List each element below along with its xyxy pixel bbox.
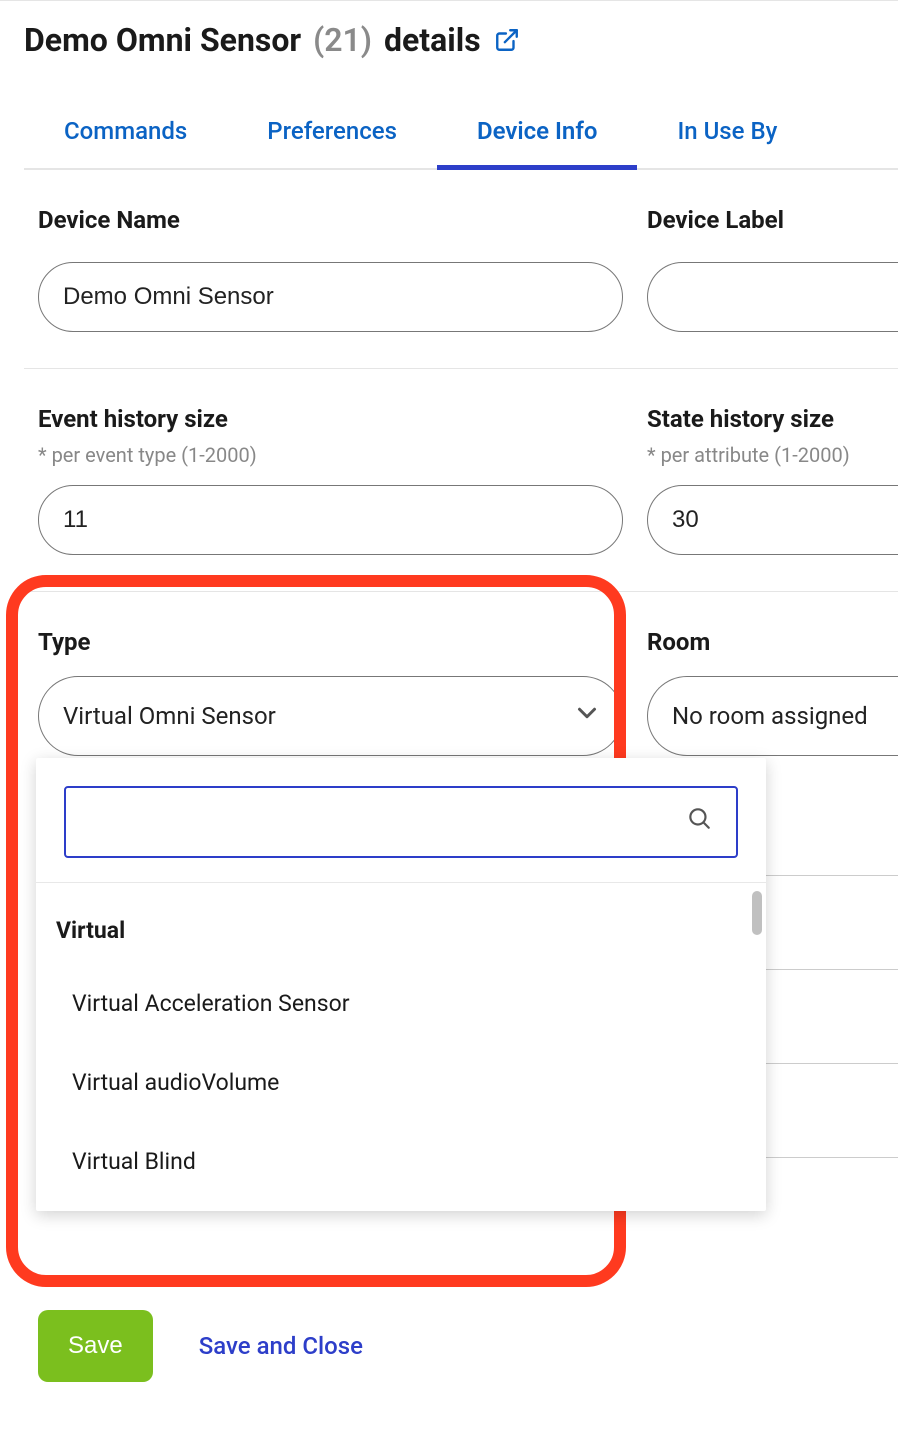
device-title: Demo Omni Sensor <box>24 21 301 59</box>
type-selected-value: Virtual Omni Sensor <box>63 702 276 730</box>
event-history-sublabel: * per event type (1-2000) <box>38 443 623 467</box>
chevron-down-icon <box>572 698 602 734</box>
dropdown-item[interactable]: Virtual audioVolume <box>36 1043 766 1122</box>
event-history-input[interactable] <box>38 485 623 555</box>
type-dropdown-panel: Virtual Virtual Acceleration Sensor Virt… <box>36 758 766 1211</box>
type-select[interactable]: Virtual Omni Sensor <box>38 676 623 756</box>
event-history-label: Event history size <box>38 405 623 433</box>
state-history-sublabel: * per attribute (1-2000) <box>647 443 898 467</box>
save-button[interactable]: Save <box>38 1310 153 1382</box>
state-history-label: State history size <box>647 405 898 433</box>
dropdown-group-header: Virtual <box>36 893 766 964</box>
device-name-input[interactable] <box>38 262 623 332</box>
search-icon <box>686 805 712 835</box>
footer: Save Save and Close <box>24 1310 898 1382</box>
device-label-label: Device Label <box>647 206 898 234</box>
open-external-icon[interactable] <box>493 26 521 54</box>
device-count: (21) <box>313 21 372 59</box>
page-title-row: Demo Omni Sensor (21) details <box>24 21 898 59</box>
tab-device-info[interactable]: Device Info <box>437 99 637 170</box>
tabs: Commands Preferences Device Info In Use … <box>24 99 898 170</box>
tab-in-use-by[interactable]: In Use By <box>637 99 817 170</box>
type-search-input[interactable] <box>64 786 738 858</box>
title-suffix: details <box>384 21 481 59</box>
type-dropdown-list[interactable]: Virtual Virtual Acceleration Sensor Virt… <box>36 883 766 1211</box>
device-label-input[interactable] <box>647 262 898 332</box>
room-selected-value: No room assigned <box>672 702 868 730</box>
dropdown-item[interactable]: Virtual Acceleration Sensor <box>36 964 766 1043</box>
type-label: Type <box>38 628 623 656</box>
room-label: Room <box>647 628 898 656</box>
state-history-input[interactable] <box>647 485 898 555</box>
dropdown-item[interactable]: Virtual Blind <box>36 1122 766 1201</box>
save-and-close-link[interactable]: Save and Close <box>199 1332 363 1360</box>
room-select[interactable]: No room assigned <box>647 676 898 756</box>
tab-preferences[interactable]: Preferences <box>227 99 437 170</box>
tab-commands[interactable]: Commands <box>24 99 227 170</box>
scrollbar-thumb[interactable] <box>752 891 762 935</box>
device-name-label: Device Name <box>38 206 623 234</box>
